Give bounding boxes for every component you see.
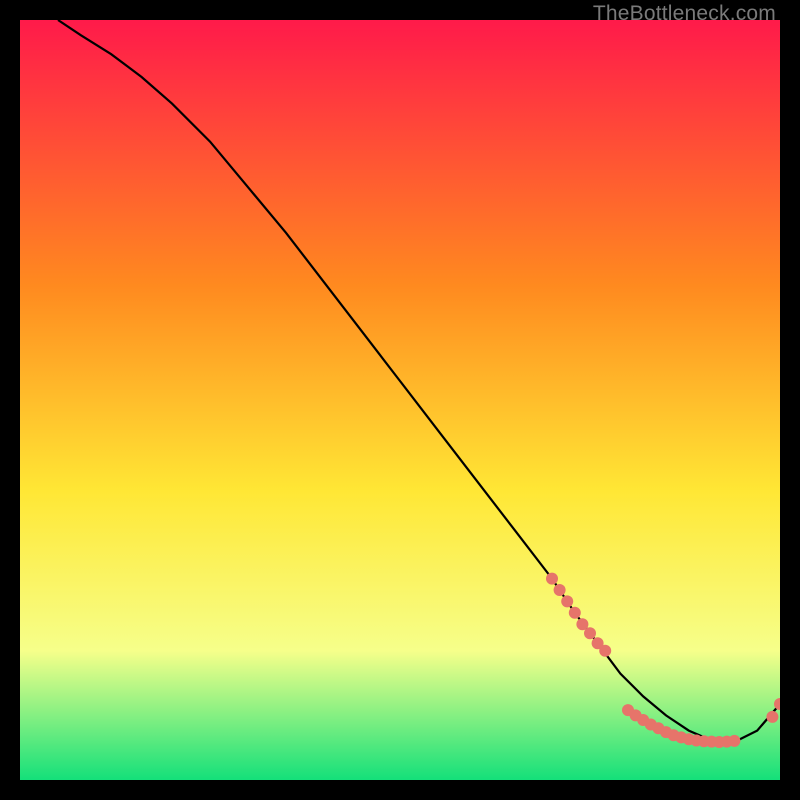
data-point [561, 595, 573, 607]
data-point [766, 711, 778, 723]
chart-frame [20, 20, 780, 780]
bottleneck-chart [20, 20, 780, 780]
data-point [599, 645, 611, 657]
gradient-background [20, 20, 780, 780]
data-point [569, 607, 581, 619]
data-point [554, 584, 566, 596]
data-point [584, 627, 596, 639]
data-point [546, 573, 558, 585]
data-point [728, 735, 740, 747]
watermark-text: TheBottleneck.com [593, 2, 776, 26]
